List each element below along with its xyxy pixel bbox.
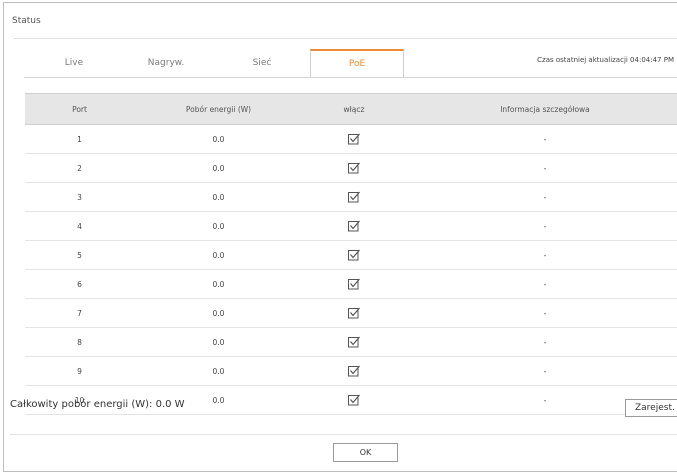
power-cell: 0.0 <box>134 182 303 212</box>
port-cell: 3 <box>25 182 134 212</box>
details-cell: - <box>405 153 677 183</box>
checkbox-checked-icon[interactable] <box>348 394 360 406</box>
header-details: Informacja szczegółowa <box>405 93 677 125</box>
total-power: Całkowity pobór energii (W): 0.0 W <box>10 399 185 410</box>
power-cell: 0.0 <box>134 327 303 357</box>
enable-cell <box>303 298 405 328</box>
port-cell: 8 <box>25 327 134 357</box>
tab-live[interactable]: Live <box>24 49 124 77</box>
table-row: 3 0.0 - <box>25 182 677 212</box>
last-update-time: Czas ostatniej aktualizacji 04:04:47 PM <box>537 56 674 64</box>
table-header-row: Port Pobór energii (W) włącz Informacja … <box>25 93 677 125</box>
table-row: 2 0.0 - <box>25 153 677 183</box>
power-cell: 0.0 <box>134 240 303 270</box>
enable-cell <box>303 327 405 357</box>
port-cell: 7 <box>25 298 134 328</box>
ok-button[interactable]: OK <box>333 443 398 462</box>
enable-cell <box>303 269 405 299</box>
poe-table: Port Pobór energii (W) włącz Informacja … <box>25 93 677 415</box>
table-row: 1 0.0 - <box>25 124 677 154</box>
checkbox-checked-icon[interactable] <box>348 249 360 261</box>
status-window: Status Live Nagryw. Sieć PoE Czas ostatn… <box>3 2 677 472</box>
tab-bar: Live Nagryw. Sieć PoE <box>24 49 444 79</box>
header-port: Port <box>25 93 134 125</box>
tabs-divider <box>24 77 677 78</box>
power-cell: 0.0 <box>134 356 303 386</box>
table-row: 9 0.0 - <box>25 356 677 386</box>
power-cell: 0.0 <box>134 211 303 241</box>
port-cell: 2 <box>25 153 134 183</box>
enable-cell <box>303 124 405 154</box>
checkbox-checked-icon[interactable] <box>348 191 360 203</box>
header-enable: włącz <box>303 93 405 125</box>
enable-cell <box>303 182 405 212</box>
port-cell: 1 <box>25 124 134 154</box>
enable-cell <box>303 356 405 386</box>
checkbox-checked-icon[interactable] <box>348 220 360 232</box>
tab-poe[interactable]: PoE <box>310 49 404 78</box>
details-cell: - <box>405 298 677 328</box>
table-row: 7 0.0 - <box>25 298 677 328</box>
details-cell: - <box>405 182 677 212</box>
enable-cell <box>303 211 405 241</box>
port-cell: 6 <box>25 269 134 299</box>
footer-divider <box>10 434 677 435</box>
details-cell: - <box>405 327 677 357</box>
table-row: 8 0.0 - <box>25 327 677 357</box>
details-cell: - <box>405 240 677 270</box>
details-cell: - <box>405 211 677 241</box>
checkbox-checked-icon[interactable] <box>348 336 360 348</box>
enable-cell <box>303 385 405 415</box>
power-cell: 0.0 <box>134 153 303 183</box>
details-cell: - <box>405 356 677 386</box>
title-divider <box>14 38 677 39</box>
table-row: 6 0.0 - <box>25 269 677 299</box>
checkbox-checked-icon[interactable] <box>348 133 360 145</box>
power-cell: 0.0 <box>134 124 303 154</box>
checkbox-checked-icon[interactable] <box>348 307 360 319</box>
port-cell: 4 <box>25 211 134 241</box>
details-cell: - <box>405 269 677 299</box>
enable-cell <box>303 153 405 183</box>
poe-table-body: 1 0.0-2 0.0-3 0.0-4 0.0-5 0.0-6 0.0-7 0.0-8 0.0-… <box>25 124 677 415</box>
table-row: 4 0.0 - <box>25 211 677 241</box>
table-row: 5 0.0 - <box>25 240 677 270</box>
enable-cell <box>303 240 405 270</box>
details-cell: - <box>405 124 677 154</box>
checkbox-checked-icon[interactable] <box>348 278 360 290</box>
power-cell: 0.0 <box>134 269 303 299</box>
header-power: Pobór energii (W) <box>134 93 303 125</box>
window-title: Status <box>12 16 41 26</box>
checkbox-checked-icon[interactable] <box>348 162 360 174</box>
port-cell: 5 <box>25 240 134 270</box>
tab-recording[interactable]: Nagryw. <box>116 49 216 77</box>
register-button[interactable]: Zarejest. <box>625 399 677 417</box>
checkbox-checked-icon[interactable] <box>348 365 360 377</box>
tab-network[interactable]: Sieć <box>212 49 312 77</box>
port-cell: 9 <box>25 356 134 386</box>
power-cell: 0.0 <box>134 298 303 328</box>
